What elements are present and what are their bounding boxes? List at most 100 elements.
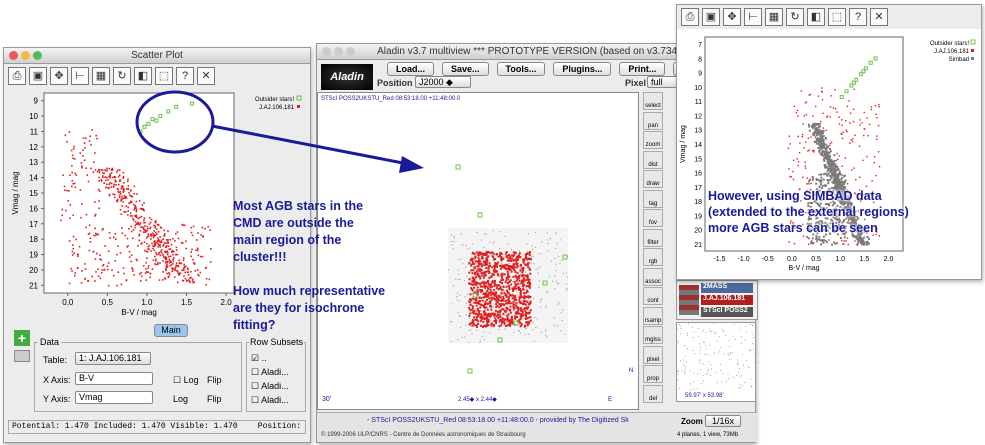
mini-view[interactable]: 59.97' x 53.98' bbox=[676, 322, 756, 402]
field-star bbox=[518, 283, 521, 285]
field-star bbox=[545, 305, 547, 307]
catalog-source bbox=[528, 284, 531, 287]
add-icon[interactable]: + bbox=[14, 330, 30, 346]
grid-icon[interactable]: ▦ bbox=[92, 67, 110, 85]
help-icon[interactable]: ? bbox=[176, 67, 194, 85]
close-window-icon[interactable]: ✕ bbox=[870, 8, 888, 26]
mini-star bbox=[713, 323, 715, 325]
subset-icon[interactable]: ◧ bbox=[134, 67, 152, 85]
subset-item[interactable]: ☐ Aladi... bbox=[251, 367, 289, 378]
subset-item[interactable]: ☑ .. bbox=[251, 353, 267, 364]
data-point bbox=[119, 192, 122, 195]
layer-poss[interactable]: STScI POSS2 bbox=[701, 307, 753, 317]
catalog-source bbox=[511, 287, 514, 290]
data-point bbox=[190, 226, 192, 229]
tool-fov[interactable]: fov bbox=[643, 209, 663, 227]
mini-star bbox=[698, 360, 700, 362]
minimize-icon[interactable] bbox=[334, 47, 343, 56]
help-icon[interactable]: ? bbox=[849, 8, 867, 26]
menu-save[interactable]: Save... bbox=[442, 62, 489, 76]
ruler-icon[interactable]: ⊢ bbox=[71, 67, 89, 85]
data-point bbox=[805, 113, 808, 116]
print-icon[interactable]: ⎙ bbox=[681, 8, 699, 26]
simbad-point bbox=[840, 180, 843, 183]
catalog-source bbox=[475, 312, 478, 315]
catalog-source bbox=[481, 255, 484, 258]
data-point bbox=[168, 255, 170, 258]
tool-dist[interactable]: dist bbox=[643, 150, 663, 169]
data-point bbox=[73, 274, 76, 277]
blob-icon[interactable]: ⬚ bbox=[155, 67, 173, 85]
legend-label: Outsider stars! bbox=[255, 97, 294, 103]
navigate-icon[interactable]: ✥ bbox=[723, 8, 741, 26]
mini-star bbox=[686, 333, 688, 335]
tool-zoom[interactable]: zoom bbox=[643, 131, 663, 149]
refresh-icon[interactable]: ↻ bbox=[113, 67, 131, 85]
field-star bbox=[541, 253, 543, 255]
tool-rsamp[interactable]: rsamp bbox=[643, 306, 663, 325]
y-log-checkbox[interactable]: Log bbox=[173, 394, 188, 404]
annotation-line: Most AGB stars in the bbox=[233, 199, 364, 213]
minimize-icon[interactable] bbox=[21, 51, 30, 60]
simbad-point bbox=[857, 239, 860, 242]
zoom-icon[interactable] bbox=[33, 51, 42, 60]
frame-select[interactable]: J2000 ◆ bbox=[415, 76, 471, 88]
tool-prop[interactable]: prop bbox=[643, 365, 663, 383]
layer-catalog[interactable]: J.AJ.106.181 bbox=[701, 295, 753, 305]
subset-icon[interactable]: ◧ bbox=[807, 8, 825, 26]
field-star bbox=[510, 248, 513, 251]
close-window-icon[interactable]: ✕ bbox=[197, 67, 215, 85]
mini-star bbox=[714, 372, 716, 374]
subset-item[interactable]: ☐ Aladi... bbox=[251, 381, 289, 392]
export-icon[interactable]: ▣ bbox=[29, 67, 47, 85]
grid-icon[interactable]: ▦ bbox=[765, 8, 783, 26]
layer-2mass[interactable]: 2MASS bbox=[701, 283, 753, 293]
mini-star bbox=[744, 339, 746, 341]
data-point bbox=[122, 177, 124, 179]
tool-del[interactable]: del bbox=[643, 384, 663, 403]
tool-assoc[interactable]: assoc bbox=[643, 267, 663, 286]
x-log-checkbox[interactable]: ☐ Log bbox=[173, 375, 199, 386]
close-icon[interactable] bbox=[322, 47, 331, 56]
tool-rgb[interactable]: rgb bbox=[643, 248, 663, 266]
y-axis-select[interactable]: Vmag bbox=[75, 391, 153, 404]
export-icon[interactable]: ▣ bbox=[702, 8, 720, 26]
catalog-source bbox=[482, 280, 485, 283]
data-point bbox=[801, 136, 804, 138]
catalog-source bbox=[518, 299, 521, 302]
table-select[interactable]: 1: J.AJ.106.181 bbox=[75, 352, 151, 365]
data-point bbox=[134, 224, 137, 226]
blob-icon[interactable]: ⬚ bbox=[828, 8, 846, 26]
tool-pixel[interactable]: pixel bbox=[643, 345, 663, 364]
data-point bbox=[66, 189, 68, 192]
close-icon[interactable] bbox=[9, 51, 18, 60]
menu-print[interactable]: Print... bbox=[619, 62, 666, 76]
y-flip-checkbox[interactable]: Flip bbox=[207, 394, 222, 404]
remove-icon[interactable] bbox=[14, 350, 30, 362]
tool-select[interactable]: select bbox=[643, 92, 663, 110]
data-point bbox=[96, 137, 98, 140]
zoom-icon[interactable] bbox=[346, 47, 355, 56]
tool-mglss[interactable]: mglss bbox=[643, 326, 663, 344]
zoom-select[interactable]: 1/16x bbox=[705, 415, 741, 427]
tool-cont[interactable]: cont bbox=[643, 287, 663, 305]
main-tab[interactable]: Main bbox=[154, 324, 188, 337]
data-point bbox=[166, 263, 168, 266]
simbad-plot-area[interactable]: 789101112131415161718192021-1.5 -1.0 -0.5 0… bbox=[677, 31, 981, 279]
tool-draw[interactable]: draw bbox=[643, 170, 663, 188]
catalog-source bbox=[471, 324, 474, 327]
menu-tools[interactable]: Tools... bbox=[496, 62, 546, 76]
navigate-icon[interactable]: ✥ bbox=[50, 67, 68, 85]
subset-item[interactable]: ☐ Aladi... bbox=[251, 395, 289, 406]
x-flip-checkbox[interactable]: Flip bbox=[207, 375, 222, 385]
menu-plugins[interactable]: Plugins... bbox=[553, 62, 612, 76]
x-axis-select[interactable]: B-V bbox=[75, 372, 153, 385]
tool-filter[interactable]: filter bbox=[643, 228, 663, 247]
tool-tag[interactable]: tag bbox=[643, 189, 663, 208]
refresh-icon[interactable]: ↻ bbox=[786, 8, 804, 26]
menu-load[interactable]: Load... bbox=[387, 62, 434, 76]
tool-pan[interactable]: pan bbox=[643, 111, 663, 130]
print-icon[interactable]: ⎙ bbox=[8, 67, 26, 85]
catalog-source bbox=[529, 316, 532, 319]
ruler-icon[interactable]: ⊢ bbox=[744, 8, 762, 26]
